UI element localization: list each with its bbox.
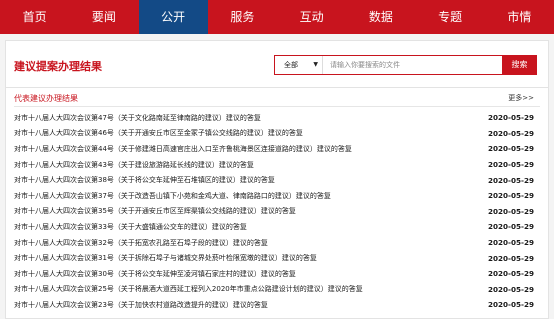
list-item-title[interactable]: 对市十八届人大四次会议第30号（关于将公交车延伸至凌河镇石家庄村的建议）建议的答… xyxy=(14,269,296,279)
more-link[interactable]: 更多>> xyxy=(508,93,534,103)
list-item-title[interactable]: 对市十八届人大四次会议第31号（关于拆除石埠子与诸城交界处菸叶检限宽墩的建议）建… xyxy=(14,253,317,263)
nav-item-home[interactable]: 首页 xyxy=(0,0,69,34)
list-item-title[interactable]: 对市十八届人大四次会议第35号（关于开通安丘市区至辉渠镇公交线路的建议）建议的答… xyxy=(14,206,296,216)
nav-item-topics[interactable]: 专题 xyxy=(416,0,485,34)
search-button[interactable]: 搜索 xyxy=(502,55,537,75)
nav-item-public[interactable]: 公开 xyxy=(138,0,208,34)
list-item-title[interactable]: 对市十八届人大四次会议第44号（关于修建潍日高速官庄出入口至齐鲁桃海景区连接道路… xyxy=(14,144,352,154)
list-item: 对市十八届人大四次会议第23号（关于加快农村道路改造提升的建议）建议的答复 202… xyxy=(14,297,540,313)
list-item: 对市十八届人大四次会议第35号（关于开通安丘市区至辉渠镇公交线路的建议）建议的答… xyxy=(14,204,540,220)
list-item-date: 2020-05-29 xyxy=(488,222,534,232)
nav-item-services[interactable]: 服务 xyxy=(208,0,277,34)
list-item: 对市十八届人大四次会议第46号（关于开通安丘市区至金冢子镇公交线路的建议）建议的… xyxy=(14,126,540,142)
chevron-down-icon: ▼ xyxy=(313,61,318,68)
list-item-date: 2020-05-29 xyxy=(488,175,534,185)
nav-item-news[interactable]: 要闻 xyxy=(69,0,138,34)
list-item: 对市十八届人大四次会议第25号（关于将晨酒大道西延工程列入2020年市重点公路建… xyxy=(14,282,540,298)
list-item-title[interactable]: 对市十八届人大四次会议第23号（关于加快农村道路改造提升的建议）建议的答复 xyxy=(14,300,268,310)
list-item: 对市十八届人大四次会议第37号（关于改造吾山镇下小苑和金鸡大道、律南路路口的建议… xyxy=(14,188,540,204)
list-item: 对市十八届人大四次会议第47号（关于文化路南延至律南路的建议）建议的答复 2020… xyxy=(14,110,540,126)
search-input[interactable] xyxy=(323,56,503,74)
list-item-date: 2020-05-29 xyxy=(488,206,534,216)
nav-item-interaction[interactable]: 互动 xyxy=(277,0,346,34)
list-item-date: 2020-05-29 xyxy=(488,113,534,123)
list-item: 对市十八届人大四次会议第44号（关于修建潍日高速官庄出入口至齐鲁桃海景区连接道路… xyxy=(14,141,540,157)
list-item-date: 2020-05-29 xyxy=(488,284,534,294)
list-item-title[interactable]: 对市十八届人大四次会议第32号（关于拓宽农孔路至石埠子段的建议）建议的答复 xyxy=(14,238,268,248)
list-item-title[interactable]: 对市十八届人大四次会议第25号（关于将晨酒大道西延工程列入2020年市重点公路建… xyxy=(14,284,363,294)
list-item: 对市十八届人大四次会议第31号（关于拆除石埠子与诸城交界处菸叶检限宽墩的建议）建… xyxy=(14,250,540,266)
list-item-date: 2020-05-29 xyxy=(488,160,534,170)
list-item-date: 2020-05-29 xyxy=(488,269,534,279)
list-item: 对市十八届人大四次会议第33号（关于大盛镇通公交车的建议）建议的答复 2020-0… xyxy=(14,219,540,235)
list-item: 对市十八届人大四次会议第38号（关于将公交车延伸至石堆镇区的建议）建议的答复 20… xyxy=(14,172,540,188)
list-item-title[interactable]: 对市十八届人大四次会议第47号（关于文化路南延至律南路的建议）建议的答复 xyxy=(14,113,261,123)
search-scope-value: 全部 xyxy=(284,61,298,69)
list-item-title[interactable]: 对市十八届人大四次会议第37号（关于改造吾山镇下小苑和金鸡大道、律南路路口的建议… xyxy=(14,191,331,201)
list-item-date: 2020-05-29 xyxy=(488,238,534,248)
nav-item-data[interactable]: 数据 xyxy=(346,0,415,34)
page-title: 建议提案办理结果 xyxy=(14,60,102,73)
content-panel: 建议提案办理结果 全部 ▼ 搜索 代表建议办理结果 更多>> 对市十八届人大四次… xyxy=(5,40,549,319)
search-bar: 全部 ▼ 搜索 xyxy=(274,55,537,75)
list-item: 对市十八届人大四次会议第32号（关于拓宽农孔路至石埠子段的建议）建议的答复 202… xyxy=(14,235,540,251)
main-nav: 首页 要闻 公开 服务 互动 数据 专题 市情 xyxy=(0,0,554,34)
page-header: 建议提案办理结果 全部 ▼ 搜索 xyxy=(6,41,548,88)
list-item-title[interactable]: 对市十八届人大四次会议第38号（关于将公交车延伸至石堆镇区的建议）建议的答复 xyxy=(14,175,275,185)
list-item-title[interactable]: 对市十八届人大四次会议第33号（关于大盛镇通公交车的建议）建议的答复 xyxy=(14,222,247,232)
list-item-date: 2020-05-29 xyxy=(488,253,534,263)
results-list: 对市十八届人大四次会议第47号（关于文化路南延至律南路的建议）建议的答复 2020… xyxy=(14,110,540,313)
nav-item-city-info[interactable]: 市情 xyxy=(485,0,554,34)
list-item: 对市十八届人大四次会议第43号（关于建设旅游路延长线的建议）建议的答复 2020-… xyxy=(14,157,540,173)
section-title: 代表建议办理结果 xyxy=(14,94,78,103)
search-scope-select[interactable]: 全部 ▼ xyxy=(275,56,323,74)
list-item-date: 2020-05-29 xyxy=(488,128,534,138)
list-item-date: 2020-05-29 xyxy=(488,144,534,154)
section-header: 代表建议办理结果 更多>> xyxy=(14,92,540,107)
list-item-title[interactable]: 对市十八届人大四次会议第43号（关于建设旅游路延长线的建议）建议的答复 xyxy=(14,160,254,170)
list-item: 对市十八届人大四次会议第30号（关于将公交车延伸至凌河镇石家庄村的建议）建议的答… xyxy=(14,266,540,282)
list-item-date: 2020-05-29 xyxy=(488,191,534,201)
list-item-date: 2020-05-29 xyxy=(488,300,534,310)
list-item-title[interactable]: 对市十八届人大四次会议第46号（关于开通安丘市区至金冢子镇公交线路的建议）建议的… xyxy=(14,128,303,138)
